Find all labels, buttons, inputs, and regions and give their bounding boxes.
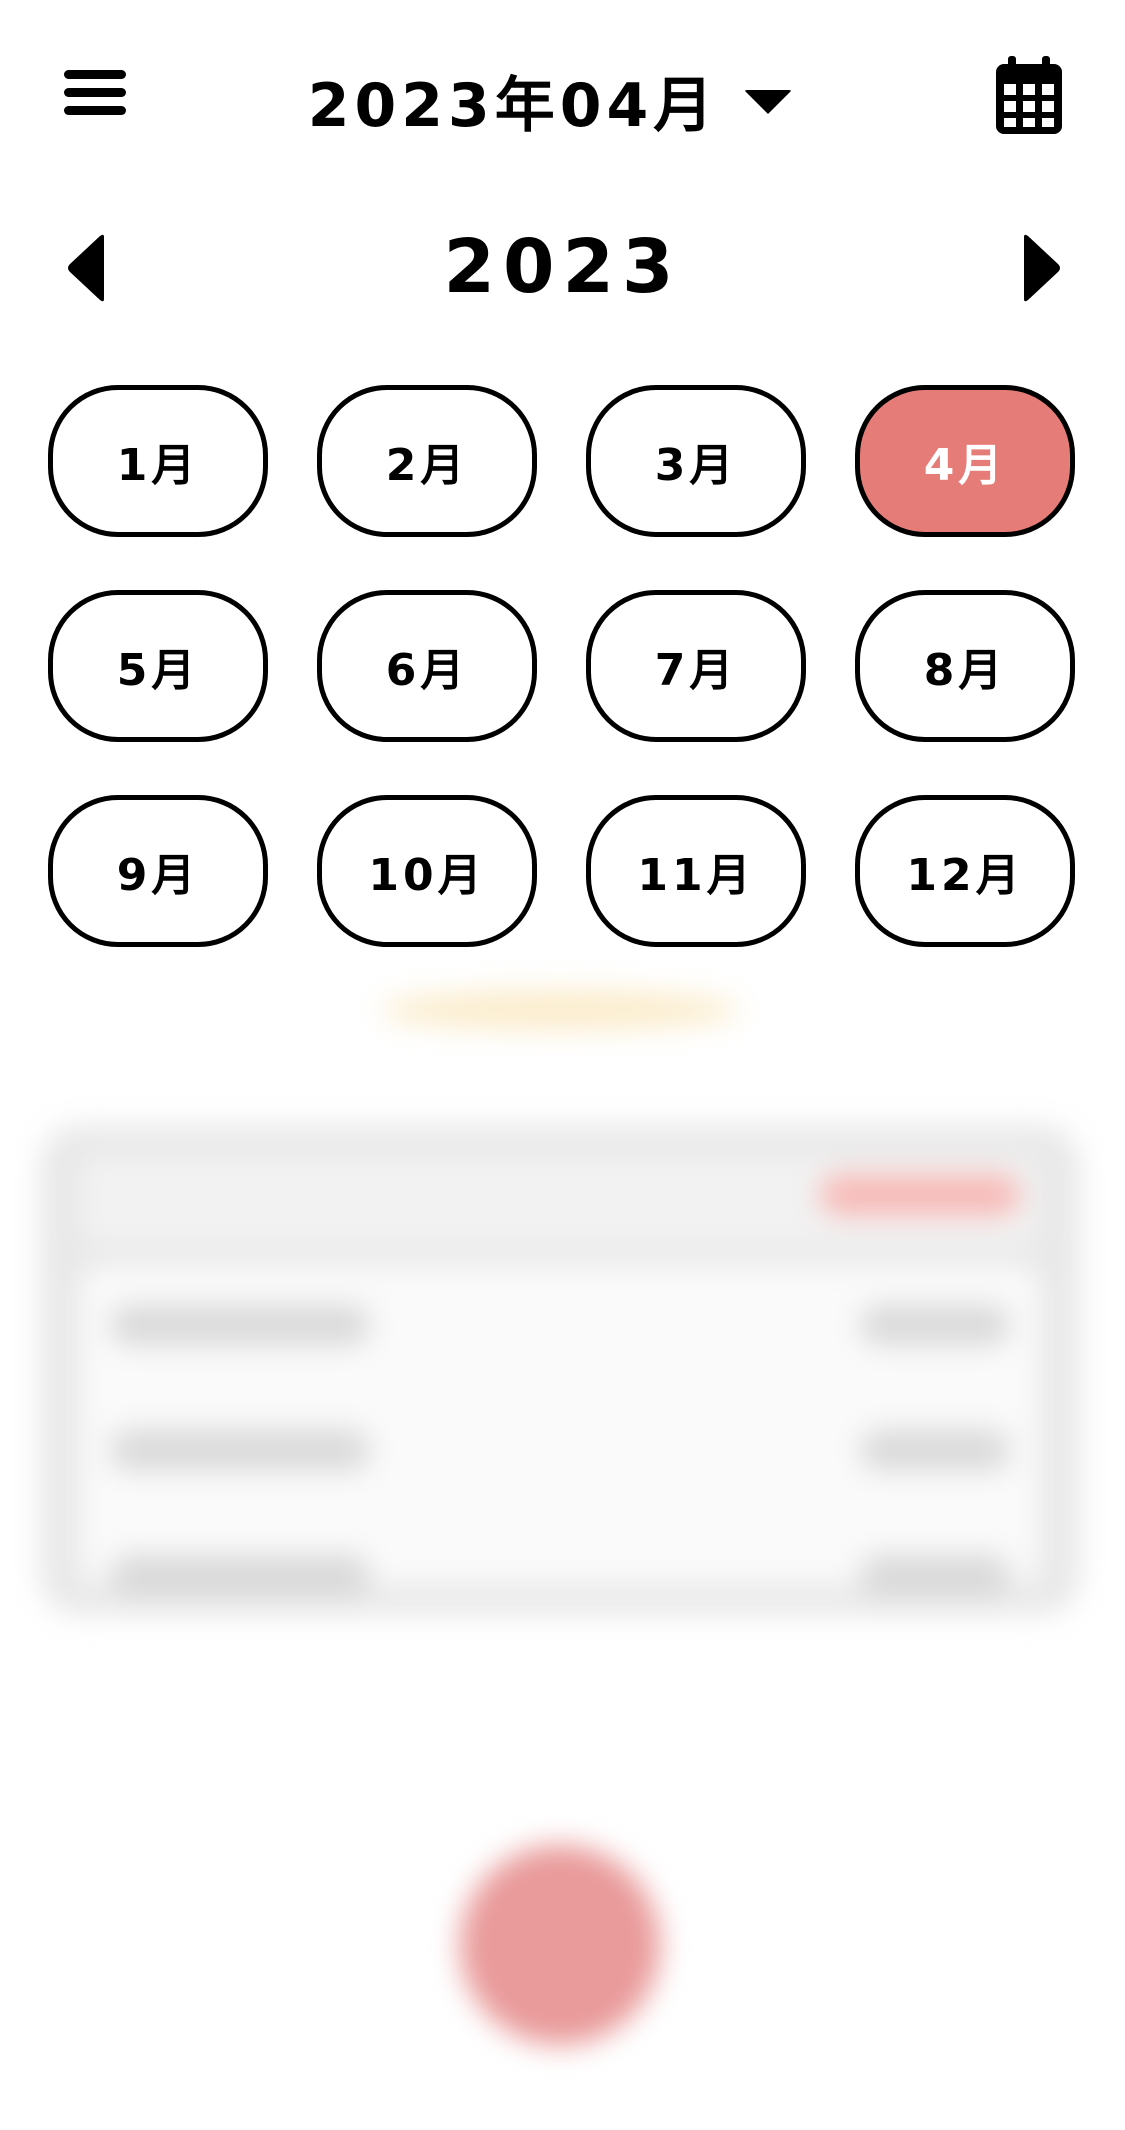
- month-button-12[interactable]: 12月: [855, 795, 1075, 947]
- month-button-5[interactable]: 5月: [48, 590, 268, 742]
- month-button-9[interactable]: 9月: [48, 795, 268, 947]
- hamburger-line: [64, 88, 126, 97]
- month-button-2[interactable]: 2月: [317, 385, 537, 537]
- blurred-summary-card: [40, 1125, 1080, 1615]
- month-grid: 1月 2月 3月 4月 5月 6月 7月 8月 9月 10月 11月 12月: [48, 385, 1078, 947]
- hamburger-line: [64, 106, 126, 115]
- blurred-row: [110, 1430, 370, 1470]
- menu-button[interactable]: [60, 62, 130, 122]
- app-header: 2023年04月: [0, 0, 1125, 200]
- month-button-11[interactable]: 11月: [586, 795, 806, 947]
- blurred-add-button: [460, 1845, 660, 2045]
- current-month-label: 2023年04月: [307, 70, 719, 141]
- calendar-button[interactable]: [996, 56, 1062, 134]
- month-selector-dropdown[interactable]: 2023年04月: [300, 58, 800, 142]
- month-button-7[interactable]: 7月: [586, 590, 806, 742]
- blurred-row: [860, 1305, 1010, 1345]
- blurred-row: [860, 1555, 1010, 1595]
- month-button-1[interactable]: 1月: [48, 385, 268, 537]
- blurred-row: [110, 1305, 370, 1345]
- year-navigator: 2023: [0, 215, 1125, 315]
- month-button-8[interactable]: 8月: [855, 590, 1075, 742]
- blurred-card-header: [80, 1155, 1040, 1245]
- blurred-badge: [820, 1175, 1020, 1215]
- calendar-icon: [996, 56, 1062, 134]
- month-button-10[interactable]: 10月: [317, 795, 537, 947]
- month-button-6[interactable]: 6月: [317, 590, 537, 742]
- month-button-4-selected[interactable]: 4月: [855, 385, 1075, 537]
- year-label: 2023: [443, 224, 682, 310]
- blurred-background-content: [0, 960, 1125, 2130]
- blurred-card-body: [80, 1265, 1040, 1585]
- hamburger-menu-icon: [64, 70, 126, 79]
- caret-down-icon: [744, 90, 793, 114]
- decorative-glow: [380, 990, 740, 1030]
- caret-right-icon: [1024, 234, 1060, 302]
- next-year-button[interactable]: [1008, 233, 1068, 303]
- blurred-row: [110, 1555, 370, 1595]
- blurred-row: [860, 1430, 1010, 1470]
- month-button-3[interactable]: 3月: [586, 385, 806, 537]
